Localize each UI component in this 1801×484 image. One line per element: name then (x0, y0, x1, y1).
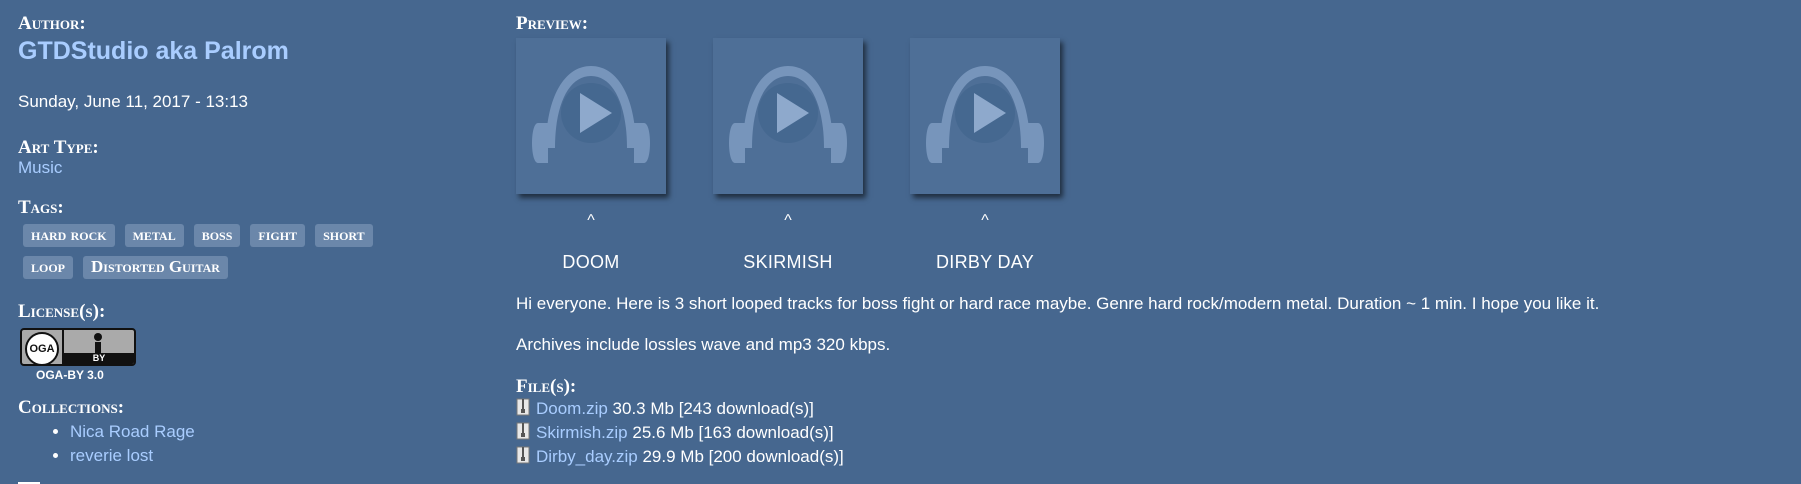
tag-fight[interactable]: fight (250, 224, 306, 247)
tag-metal[interactable]: metal (124, 224, 184, 247)
preview-caret[interactable]: ^ (516, 212, 666, 230)
file-link[interactable]: Dirby_day.zip (536, 447, 638, 466)
collection-item[interactable]: reverie lost (70, 444, 488, 468)
headphones-play-icon (926, 66, 1044, 163)
preview-caret[interactable]: ^ (713, 212, 863, 230)
file-link[interactable]: Skirmish.zip (536, 423, 628, 442)
left-column: Author: GTDStudio aka Palrom Sunday, Jun… (18, 14, 488, 468)
headphones-play-icon (532, 66, 650, 163)
preview-thumbnail[interactable] (910, 38, 1060, 194)
preview-item: ^ DOOM (516, 38, 666, 273)
tag-boss[interactable]: boss (193, 224, 241, 247)
description-paragraph: Archives include lossles wave and mp3 32… (516, 335, 891, 354)
post-date: Sunday, June 11, 2017 - 13:13 (18, 92, 248, 111)
collection-link[interactable]: reverie lost (70, 446, 153, 465)
preview-thumbnail[interactable] (516, 38, 666, 194)
file-link[interactable]: Doom.zip (536, 399, 608, 418)
preview-caret[interactable]: ^ (910, 212, 1060, 230)
file-row: Skirmish.zip 25.6 Mb [163 download(s)] (516, 421, 1786, 445)
description-paragraph: Hi everyone. Here is 3 short looped trac… (516, 294, 1600, 313)
person-icon (94, 333, 102, 355)
file-row: Doom.zip 30.3 Mb [243 download(s)] (516, 397, 1786, 421)
badge-by-label: BY (64, 353, 134, 364)
art-type-heading: Art Type: (18, 137, 99, 158)
license-badge[interactable]: OGA BY (20, 328, 136, 366)
tags-heading: Tags: (18, 197, 64, 218)
preview-heading: Preview: (516, 13, 589, 34)
zip-file-icon (516, 398, 530, 416)
collection-link[interactable]: Nica Road Rage (70, 422, 195, 441)
preview-title: SKIRMISH (743, 252, 833, 272)
tag-loop[interactable]: loop (23, 256, 74, 279)
collections-list: Nica Road Rage reverie lost (18, 420, 488, 468)
right-column: Preview: ^ DOOM ^ SKIRMISH ^ DIRBY DAY H… (516, 14, 1786, 469)
tag-hard-rock[interactable]: hard rock (23, 224, 115, 247)
preview-item: ^ SKIRMISH (713, 38, 863, 273)
cut-off-heading (18, 478, 48, 484)
file-info: 30.3 Mb [243 download(s)] (612, 399, 814, 418)
file-list: Doom.zip 30.3 Mb [243 download(s)] Skirm… (516, 397, 1786, 469)
preview-thumbnail[interactable] (713, 38, 863, 194)
files-heading: File(s): (516, 376, 577, 397)
oga-logo-icon: OGA (25, 332, 59, 364)
tag-list: hard rock metal boss fight short loop Distorte… (18, 224, 478, 288)
author-heading: Author: (18, 13, 86, 34)
headphones-play-icon (729, 66, 847, 163)
file-info: 25.6 Mb [163 download(s)] (632, 423, 834, 442)
file-info: 29.9 Mb [200 download(s)] (642, 447, 844, 466)
art-type-link[interactable]: Music (18, 158, 488, 178)
preview-title: DOOM (562, 252, 620, 272)
collection-item[interactable]: Nica Road Rage (70, 420, 488, 444)
author-link[interactable]: GTDStudio aka Palrom (18, 36, 488, 66)
file-row: Dirby_day.zip 29.9 Mb [200 download(s)] (516, 445, 1786, 469)
license-name[interactable]: OGA-BY 3.0 (36, 368, 488, 382)
tag-distorted-guitar[interactable]: Distorted Guitar (83, 256, 228, 279)
preview-title: DIRBY DAY (935, 252, 1035, 272)
tag-short[interactable]: short (315, 224, 373, 247)
license-heading: License(s): (18, 301, 106, 322)
collections-heading: Collections: (18, 397, 125, 418)
preview-item: ^ DIRBY DAY (910, 38, 1060, 273)
preview-gallery: ^ DOOM ^ SKIRMISH ^ DIRBY DAY (516, 38, 1786, 288)
zip-file-icon (516, 422, 530, 440)
zip-file-icon (516, 446, 530, 464)
